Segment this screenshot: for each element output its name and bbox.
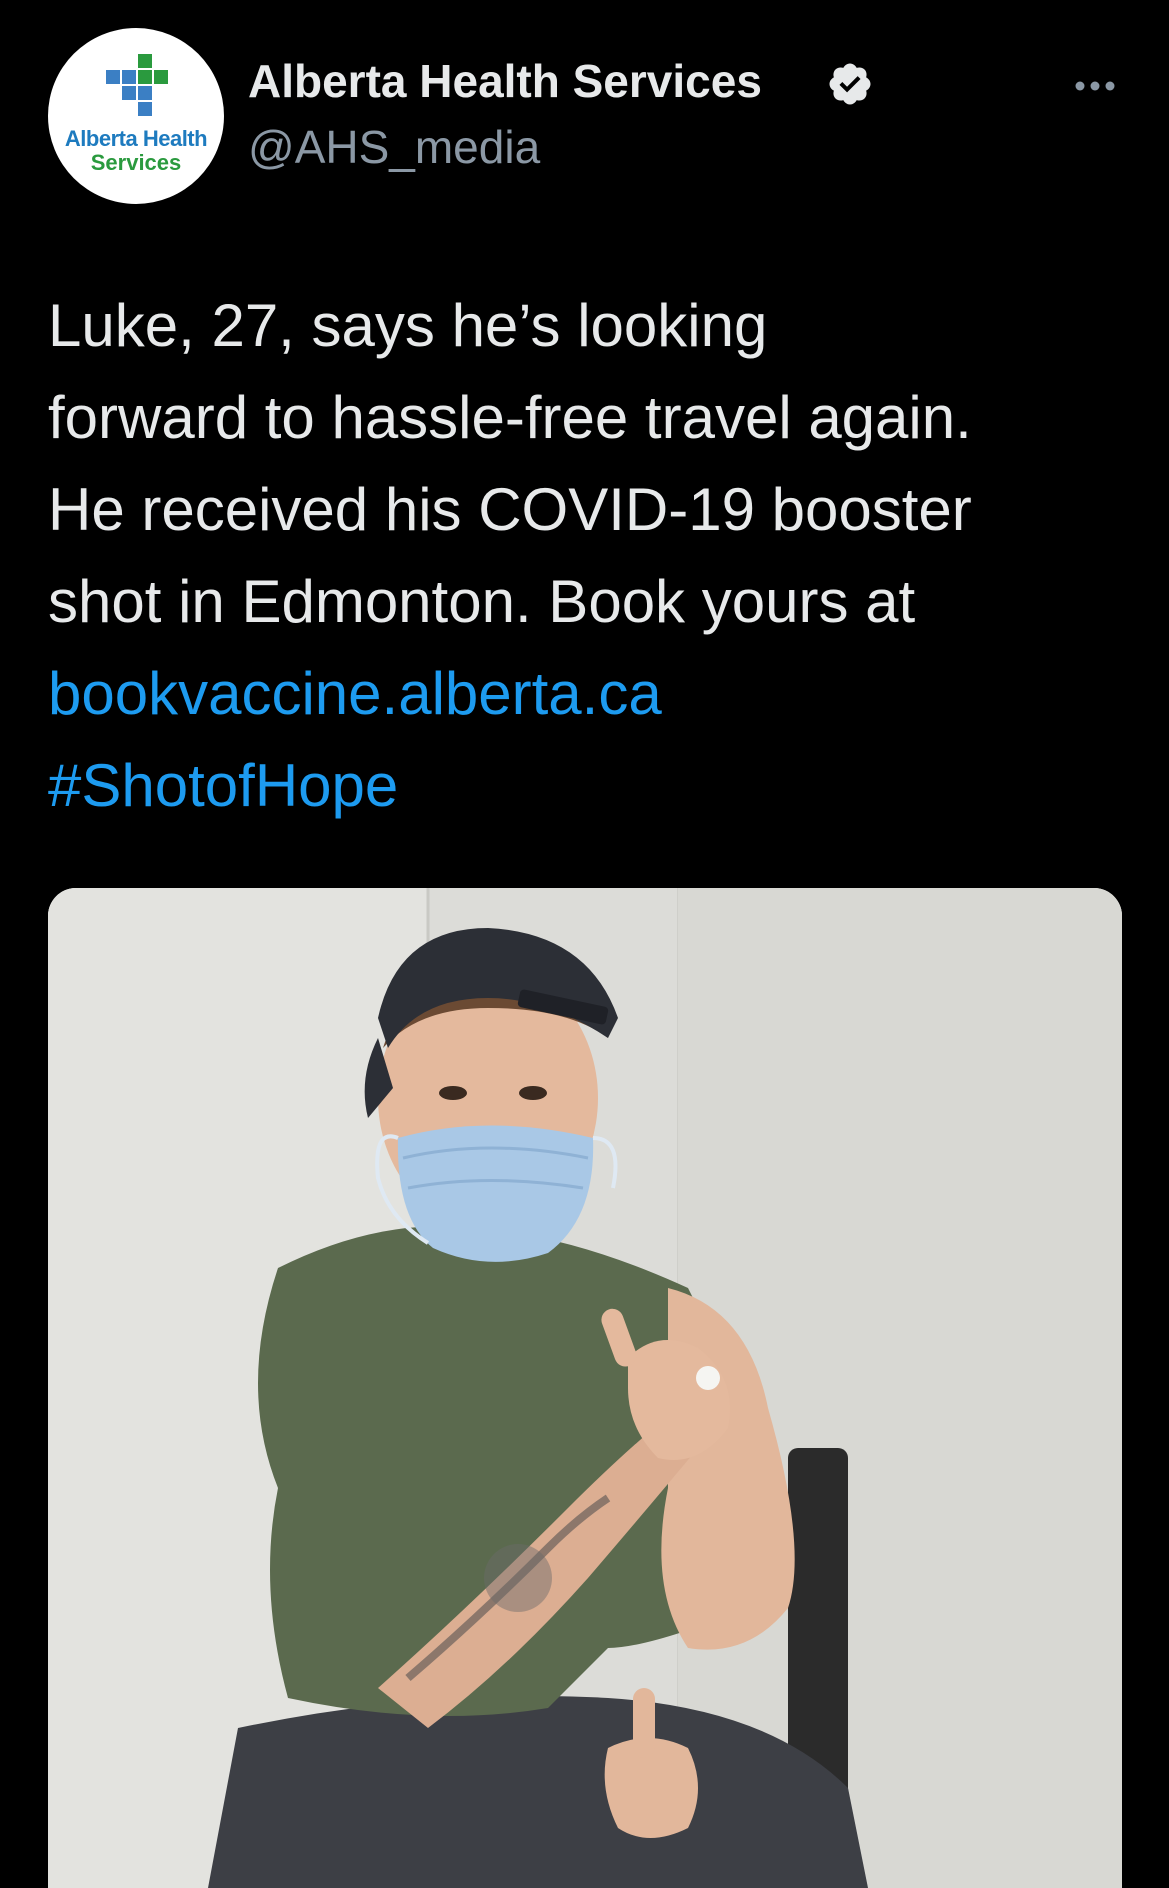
display-name[interactable]: Alberta Health Services: [248, 58, 762, 104]
tweet-text-line: He received his COVID-19 booster: [48, 476, 972, 543]
ahs-cross-logo-icon: [106, 54, 168, 116]
avatar-logo-text-line2: Services: [90, 150, 182, 175]
handle[interactable]: @AHS_media: [248, 124, 540, 170]
tweet-text: Luke, 27, says he’s looking forward to h…: [48, 280, 1138, 832]
tweet-text-line: Luke, 27, says he’s looking: [48, 292, 768, 359]
verified-badge-icon: [829, 63, 871, 105]
hashtag-link[interactable]: #ShotofHope: [48, 740, 1138, 832]
tweet-link[interactable]: bookvaccine.alberta.ca: [48, 648, 1138, 740]
tweet-text-line: shot in Edmonton. Book yours at: [48, 568, 916, 635]
avatar[interactable]: Alberta Health Services: [48, 28, 224, 204]
tweet-text-line: forward to hassle-free travel again.: [48, 384, 972, 451]
more-horizontal-icon[interactable]: [1070, 66, 1120, 106]
tweet[interactable]: Alberta Health Services Alberta Health S…: [0, 0, 1169, 1888]
tweet-photo[interactable]: [48, 888, 1122, 1888]
avatar-logo-text-line1: Alberta Health: [64, 126, 208, 151]
photo-illustration: [48, 888, 1122, 1888]
